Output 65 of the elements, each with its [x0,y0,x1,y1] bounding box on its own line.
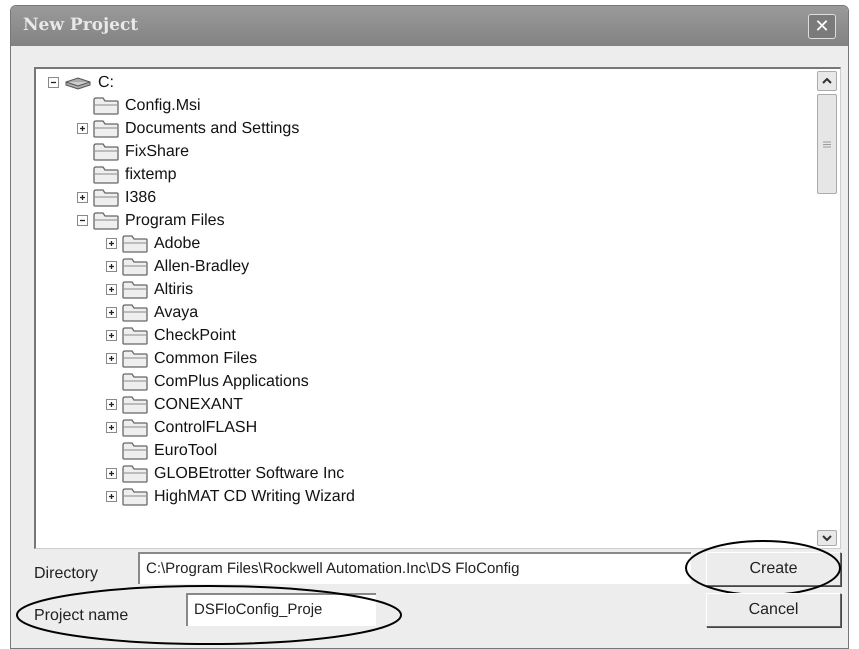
expand-icon[interactable] [106,330,116,341]
expand-icon[interactable] [106,307,116,318]
tree-item[interactable]: ControlFLASH [154,416,258,440]
dialog-button[interactable]: Create [706,552,841,586]
tree-item[interactable]: I386 [125,186,156,210]
tree-item[interactable]: Allen-Bradley [154,254,250,278]
scroll-up-button[interactable] [817,71,837,91]
tree-item[interactable]: fixtemp [125,162,177,186]
expand-icon[interactable] [76,123,88,134]
folder-icon [93,120,119,138]
tree-item[interactable]: Documents and Settings [125,116,300,140]
grip-icon [823,140,831,148]
project-name-label: Project name [34,606,128,626]
folder-icon [122,418,148,436]
collapse-icon[interactable] [48,77,58,88]
folder-icon [122,350,148,368]
folder-icon [93,166,119,184]
expand-icon[interactable] [106,399,116,410]
dialog-button[interactable]: Cancel [706,593,841,627]
folder-icon [122,234,148,252]
directory-label: Directory [34,564,98,584]
tree-item[interactable]: Config.Msi [125,94,201,118]
folder-icon [122,372,148,390]
tree-item[interactable]: Common Files [154,346,258,370]
tree-item[interactable]: HighMAT CD Writing Wizard [154,484,355,508]
tree-item[interactable]: Adobe [154,232,200,256]
expand-icon[interactable] [76,192,88,203]
tree-item[interactable]: FixShare [125,140,190,164]
scroll-down-button[interactable] [817,530,837,546]
expand-icon[interactable] [106,284,116,295]
expand-icon[interactable] [106,261,116,272]
folder-icon [122,258,148,276]
tree-item[interactable]: C: [98,70,114,94]
scrollbar[interactable] [817,71,837,546]
tree-item[interactable]: EuroTool [154,438,218,462]
directory-field[interactable]: C:\Program Files\Rockwell Automation.Inc\DS FloConfig [138,552,691,584]
folder-icon [122,442,148,460]
expand-icon[interactable] [106,491,116,502]
expand-icon[interactable] [106,238,116,249]
folder-icon [93,212,119,230]
scroll-thumb[interactable] [817,94,837,194]
project-name-field[interactable]: DSFloConfig_Proje [186,593,376,626]
expand-icon[interactable] [106,468,116,479]
tree-item[interactable]: Avaya [154,300,198,324]
folder-icon [122,280,148,298]
tree-item[interactable]: GLOBEtrotter Software Inc [154,462,344,486]
tree-item[interactable]: CheckPoint [154,324,236,348]
window-title: New Project [23,14,138,38]
folder-icon [93,188,119,206]
folder-icon [122,488,148,506]
expand-icon[interactable] [106,353,116,364]
tree-item[interactable]: ComPlus Applications [154,370,309,394]
folder-icon [122,396,148,414]
expand-icon[interactable] [106,422,116,433]
drive-icon [64,76,92,90]
folder-icon [122,326,148,344]
tree-item[interactable]: Altiris [154,278,194,302]
folder-icon [122,304,148,322]
close-button[interactable]: ✕ [808,14,836,38]
folder-icon [122,464,148,482]
tree-item[interactable]: CONEXANT [154,392,243,416]
folder-icon [93,142,119,160]
tree-item[interactable]: Program Files [125,208,225,232]
folder-icon [93,96,119,114]
collapse-icon[interactable] [76,215,88,226]
